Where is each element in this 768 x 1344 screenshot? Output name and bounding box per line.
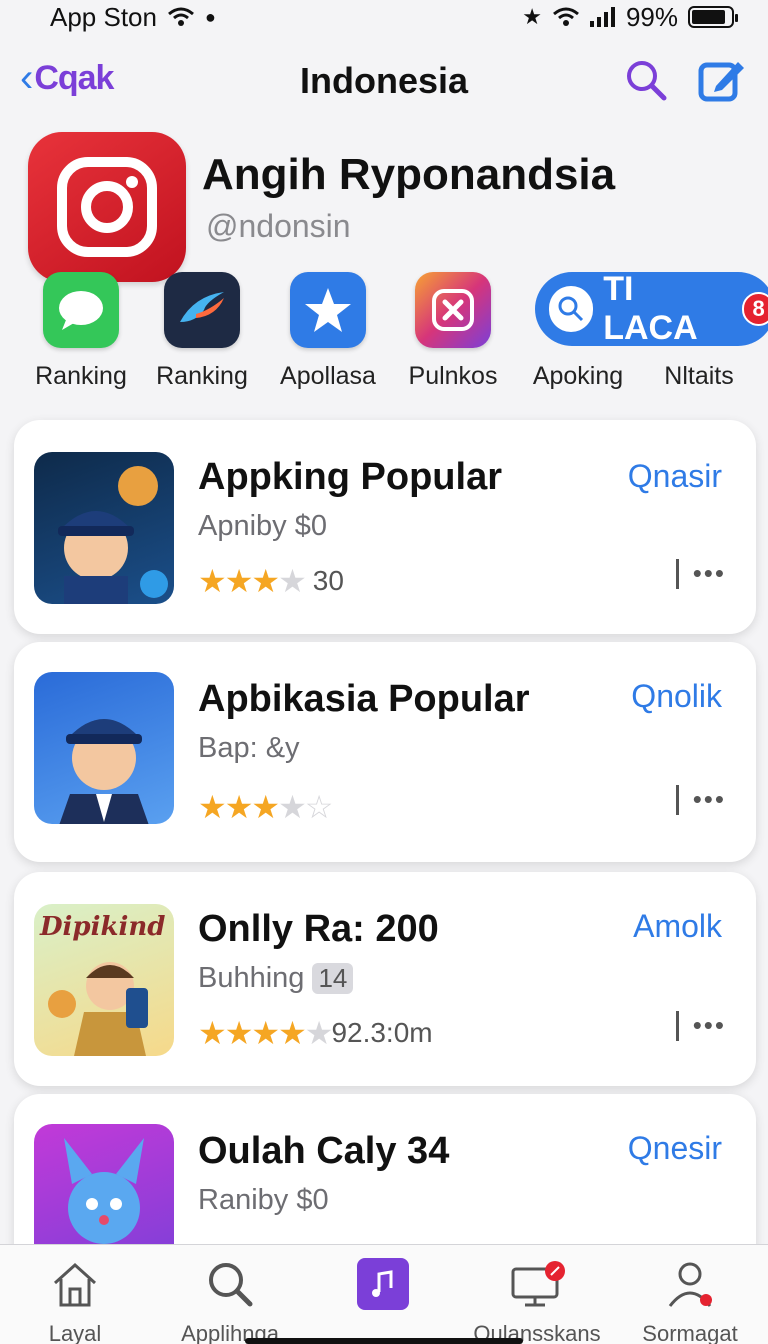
app-subtitle: Bap: &y [198, 732, 300, 765]
app-logo [28, 132, 186, 282]
message-icon [43, 272, 119, 348]
app-subtitle: Raniby $0 [198, 1184, 329, 1217]
category-label: Pulnkos [408, 362, 498, 390]
person-icon [615, 1257, 765, 1311]
promo-button[interactable]: TI LACA 8 [535, 270, 768, 347]
category-label: Nltaits [664, 362, 734, 390]
star-rating: ★★★★ [198, 563, 307, 599]
bird-icon [164, 272, 240, 348]
page-title: Indonesia [299, 60, 469, 101]
profile-header: Angih Ryponandsia @ndonsin [28, 132, 748, 282]
profile-title: Angih Ryponandsia [202, 150, 616, 199]
status-carrier: App Ston [50, 1, 157, 32]
tab-label: Sormagat [642, 1321, 738, 1344]
more-options[interactable]: ••• [675, 1010, 726, 1041]
rating-count: 92.3:0m [331, 1017, 433, 1048]
tab-search[interactable]: Applihnga [155, 1257, 305, 1344]
signal-icon [589, 7, 615, 27]
more-options[interactable]: ••• [675, 784, 726, 815]
app-thumbnail [34, 672, 174, 824]
app-action-link[interactable]: Qnesir [628, 1130, 722, 1167]
app-rating: ★★★★☆ [198, 788, 333, 826]
category-item[interactable]: Pulnkos [391, 272, 515, 391]
app-subtitle-text: Raniby $0 [198, 1184, 329, 1216]
divider [675, 784, 679, 815]
more-dots-icon: ••• [692, 1010, 726, 1040]
promo-label: TI LACA [603, 270, 698, 347]
battery-icon [688, 6, 738, 28]
search-icon [549, 286, 594, 332]
wifi-icon [168, 7, 194, 26]
tab-monitor[interactable]: Oulansskans [462, 1257, 612, 1344]
category-item[interactable]: Ranking [140, 272, 264, 391]
more-dots-icon: ••• [692, 558, 726, 588]
category-item[interactable]: Ranking [19, 272, 143, 391]
nav-bar: ‹ Cqak Indonesia [0, 48, 768, 114]
tab-label: Layal [48, 1321, 102, 1344]
star-status-icon: ★ [522, 4, 542, 29]
app-title: Apbikasia Popular [198, 678, 530, 720]
count-badge: 14 [312, 963, 354, 994]
divider [675, 558, 679, 589]
category-label: Apollasa [280, 362, 376, 390]
tab-bar: Layal Applihnga Oulansskans Sormagat [0, 1244, 768, 1344]
category-strip: Ranking Ranking Apollasa Pulnkos Apoking… [0, 270, 768, 396]
battery-percent: 99% [625, 1, 678, 32]
app-subtitle: Buhhing 14 [198, 962, 354, 995]
app-thumbnail [34, 452, 174, 604]
category-label: Ranking [156, 362, 248, 390]
category-label: Ranking [35, 362, 127, 390]
star-rating: ★★★★★ [198, 1015, 333, 1051]
category-label: Apoking [532, 362, 624, 390]
divider [675, 1010, 679, 1041]
app-title: Appking Popular [198, 456, 502, 498]
app-rating: ★★★★★ 92.3:0m [198, 1014, 433, 1052]
notification-badge: 8 [742, 292, 768, 326]
rating-count: 30 [312, 565, 344, 596]
app-subtitle-text: Apniby $0 [198, 510, 327, 542]
dot-icon: ● [204, 6, 216, 27]
back-button[interactable]: ‹ Cqak [20, 56, 114, 101]
app-title: Oulah Caly 34 [198, 1130, 450, 1172]
tab-music[interactable] [308, 1257, 458, 1321]
instagram-icon [415, 272, 491, 348]
monitor-icon [462, 1257, 612, 1311]
wifi-icon [552, 7, 579, 26]
star-rating: ★★★★☆ [198, 789, 333, 825]
camera-logo-icon [57, 157, 157, 257]
app-card[interactable]: Dipikind Onlly Ra: 200 Buhhing 14 ★★★★★ … [14, 872, 756, 1086]
home-icon [0, 1257, 150, 1311]
home-indicator [245, 1338, 523, 1344]
app-subtitle-text: Buhhing [198, 962, 305, 994]
status-bar: App Ston ● ★ 99% [0, 0, 768, 34]
category-item[interactable]: Apollasa [266, 272, 390, 391]
search-icon [155, 1257, 305, 1311]
app-title: Onlly Ra: 200 [198, 908, 439, 950]
music-icon [308, 1257, 458, 1311]
profile-handle: @ndonsin [206, 208, 351, 244]
app-rating: ★★★★ 30 [198, 562, 344, 600]
edit-icon[interactable] [698, 56, 746, 104]
more-dots-icon: ••• [692, 784, 726, 814]
back-label: Cqak [34, 59, 114, 97]
app-subtitle-text: Bap: &y [198, 732, 300, 764]
app-card[interactable]: Apbikasia Popular Bap: &y ★★★★☆ Qnolik •… [14, 642, 756, 862]
tab-profile[interactable]: Sormagat [615, 1257, 765, 1344]
app-action-link[interactable]: Qnasir [628, 458, 722, 495]
search-icon[interactable] [624, 58, 668, 102]
star-icon [290, 272, 366, 348]
app-thumbnail: Dipikind [34, 904, 174, 1056]
tab-home[interactable]: Layal [0, 1257, 150, 1344]
app-card[interactable]: Appking Popular Apniby $0 ★★★★ 30 Qnasir… [14, 420, 756, 634]
app-subtitle: Apniby $0 [198, 510, 327, 543]
chevron-left-icon: ‹ [20, 56, 33, 100]
app-action-link[interactable]: Qnolik [631, 678, 722, 715]
more-options[interactable]: ••• [675, 558, 726, 589]
app-action-link[interactable]: Amolk [633, 908, 722, 945]
